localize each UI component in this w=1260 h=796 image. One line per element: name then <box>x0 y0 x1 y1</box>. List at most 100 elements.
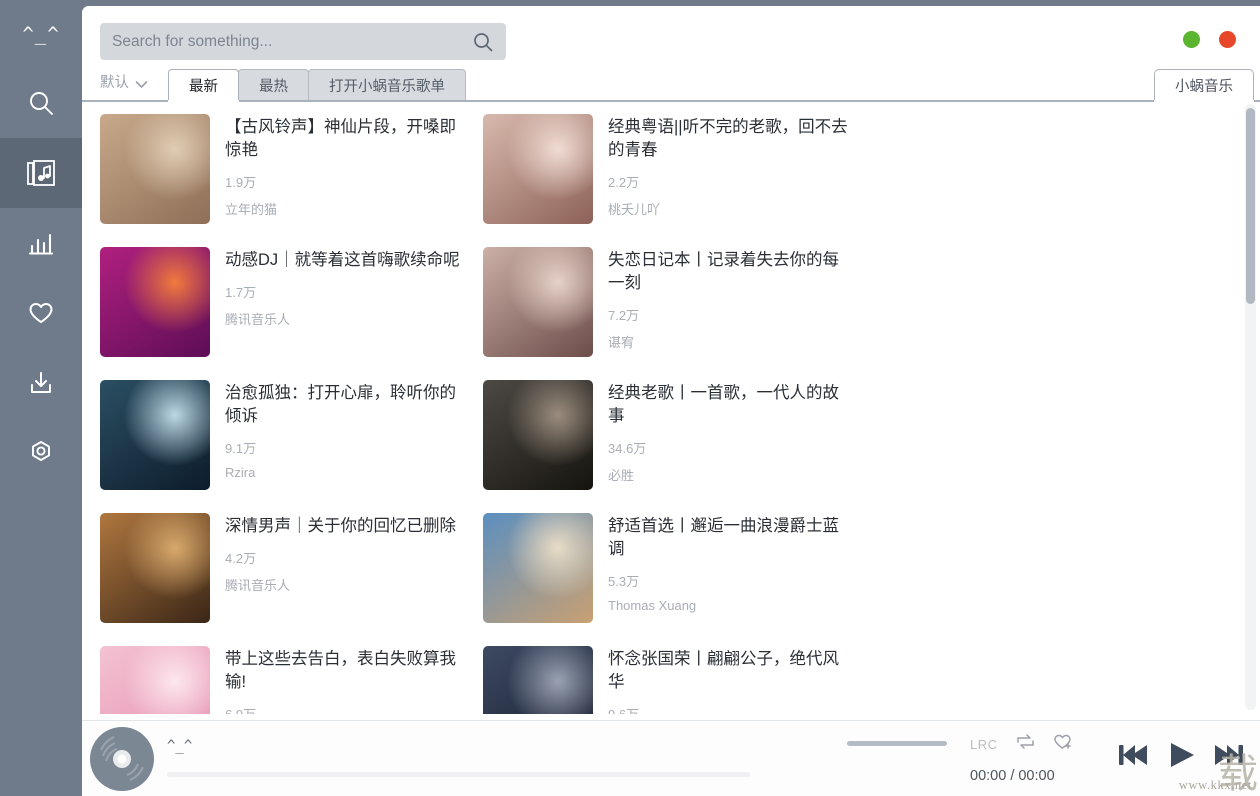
content-scrollbar[interactable] <box>1245 104 1256 710</box>
volume-slider[interactable] <box>847 741 947 746</box>
playlist-grid: 【古风铃声】神仙片段，开嗓即惊艳 1.9万立年的猫 经典粤语||听不完的老歌，回不去… <box>82 102 1242 714</box>
playlist-cover-image[interactable] <box>100 247 210 357</box>
playlist-card-body: 治愈孤独：打开心扉，聆听你的倾诉 9.1万 Rzira <box>210 380 465 513</box>
playlist-card[interactable]: 【古风铃声】神仙片段，开嗓即惊艳 1.9万立年的猫 <box>100 114 483 247</box>
close-button[interactable] <box>1219 31 1236 48</box>
playlist-card-body: 【古风铃声】神仙片段，开嗓即惊艳 1.9万立年的猫 <box>210 114 465 247</box>
playlist-title: 治愈孤独：打开心扉，聆听你的倾诉 <box>225 382 465 428</box>
playlist-card[interactable]: 经典粤语||听不完的老歌，回不去的青春 2.2万桃夭儿吖 <box>483 114 866 247</box>
playlist-card[interactable]: 治愈孤独：打开心扉，聆听你的倾诉 9.1万 Rzira <box>100 380 483 513</box>
playlist-play-count: 9.6万 <box>608 704 848 714</box>
playlist-author: Rzira <box>225 465 465 480</box>
playlist-cover-image[interactable] <box>483 380 593 490</box>
watermark-url: www.kkx.net <box>1179 778 1252 793</box>
sidebar-item-search[interactable] <box>0 68 82 138</box>
player-bar: ^_^ LRC 00:00 / 00:00 <box>82 720 1260 796</box>
sidebar-item-rank[interactable] <box>0 208 82 278</box>
next-track-button[interactable] <box>1208 735 1250 780</box>
playlist-cover-image[interactable] <box>100 114 210 224</box>
tab-newest[interactable]: 最新 <box>168 69 239 100</box>
left-sidebar: ^_^ <box>0 0 82 796</box>
playlist-play-count: 1.9万 <box>225 172 465 191</box>
playlist-cover-image[interactable] <box>483 513 593 623</box>
playlist-card-body: 失恋日记本丨记录着失去你的每一刻7.2万谌宥 <box>593 247 848 380</box>
playlist-card[interactable]: 经典老歌丨一首歌，一代人的故事 34.6万必胜 <box>483 380 866 513</box>
playlist-cover-image[interactable] <box>100 380 210 490</box>
playlist-title: 怀念张国荣丨翩翩公子，绝代风华 <box>608 648 848 694</box>
vinyl-album-icon[interactable] <box>89 726 155 792</box>
playlist-card[interactable]: 怀念张国荣丨翩翩公子，绝代风华9.6万小脾气 <box>483 646 866 714</box>
transport-controls <box>1112 735 1250 780</box>
playlist-card[interactable]: 深情男声｜关于你的回忆已删除 4.2万腾讯音乐人 <box>100 513 483 646</box>
repeat-icon[interactable] <box>1016 733 1035 755</box>
playlist-card[interactable]: 动感DJ｜就等着这首嗨歌续命呢1.7万腾讯音乐人 <box>100 247 483 380</box>
download-icon <box>26 368 56 398</box>
playlist-cover-image[interactable] <box>483 114 593 224</box>
gear-icon <box>26 438 56 468</box>
playlist-title: 失恋日记本丨记录着失去你的每一刻 <box>608 249 848 295</box>
sort-dropdown[interactable]: 默认 <box>100 71 168 100</box>
search-icon <box>26 88 56 118</box>
seek-slider[interactable] <box>167 772 750 777</box>
playlist-card-body: 带上这些去告白，表白失败算我输!6.9万歌单废材薄许烟一缕 <box>210 646 465 714</box>
window-tab-xiaowo-music[interactable]: 小蜗音乐 <box>1154 69 1254 100</box>
playlist-cover-image[interactable] <box>100 513 210 623</box>
heart-icon[interactable] <box>1053 733 1072 755</box>
playlist-title: 【古风铃声】神仙片段，开嗓即惊艳 <box>225 116 465 162</box>
tab-hottest[interactable]: 最热 <box>238 69 309 100</box>
playlist-play-count: 2.2万 <box>608 172 848 191</box>
sidebar-item-download[interactable] <box>0 348 82 418</box>
playlist-card-body: 经典粤语||听不完的老歌，回不去的青春 2.2万桃夭儿吖 <box>593 114 848 247</box>
playlist-author: 必胜 <box>608 465 848 484</box>
app-logo: ^_^ <box>0 0 82 68</box>
playlist-play-count: 34.6万 <box>608 438 848 457</box>
scrollbar-thumb[interactable] <box>1246 108 1255 304</box>
tab-open-xiaowo-playlist[interactable]: 打开小蜗音乐歌单 <box>308 69 466 100</box>
playlist-author: 立年的猫 <box>225 199 465 218</box>
playlist-title: 经典粤语||听不完的老歌，回不去的青春 <box>608 116 848 162</box>
window-controls <box>1183 31 1236 48</box>
minimize-button[interactable] <box>1183 31 1200 48</box>
lrc-toggle-button[interactable]: LRC <box>970 737 998 752</box>
playlist-content: 【古风铃声】神仙片段，开嗓即惊艳 1.9万立年的猫 经典粤语||听不完的老歌，回不去… <box>82 102 1260 714</box>
playlist-title: 经典老歌丨一首歌，一代人的故事 <box>608 382 848 428</box>
play-button[interactable] <box>1160 735 1202 780</box>
tab-strip: 默认 最新 最热 打开小蜗音乐歌单 小蜗音乐 <box>82 70 1260 102</box>
heart-icon <box>26 298 56 328</box>
playlist-title: 深情男声｜关于你的回忆已删除 <box>225 515 465 538</box>
playlist-cover-image[interactable] <box>483 646 593 714</box>
player-mini-controls: LRC <box>970 733 1072 755</box>
sort-dropdown-label: 默认 <box>100 71 129 92</box>
playlist-card-body: 经典老歌丨一首歌，一代人的故事 34.6万必胜 <box>593 380 848 513</box>
playlist-title: 动感DJ｜就等着这首嗨歌续命呢 <box>225 249 465 272</box>
tab-group-left: 默认 最新 最热 打开小蜗音乐歌单 <box>100 68 465 100</box>
playlist-play-count: 6.9万 <box>225 704 465 714</box>
playlist-music-icon <box>25 157 57 189</box>
main-window: 默认 最新 最热 打开小蜗音乐歌单 小蜗音乐 【古风铃声】神仙片段，开嗓即惊艳 1… <box>82 6 1260 790</box>
playlist-card[interactable]: 舒适首选丨邂逅一曲浪漫爵士蓝调5.3万Thomas Xuang <box>483 513 866 646</box>
playlist-play-count: 4.2万 <box>225 548 465 567</box>
playlist-play-count: 1.7万 <box>225 282 465 301</box>
playlist-cover-image[interactable] <box>100 646 210 714</box>
playlist-author: Thomas Xuang <box>608 598 848 613</box>
search-bar[interactable] <box>100 23 506 60</box>
sidebar-item-playlist[interactable] <box>0 138 82 208</box>
playlist-author: 桃夭儿吖 <box>608 199 848 218</box>
playlist-card-body: 怀念张国荣丨翩翩公子，绝代风华9.6万小脾气 <box>593 646 848 714</box>
search-input[interactable] <box>112 33 472 51</box>
playlist-card-body: 动感DJ｜就等着这首嗨歌续命呢1.7万腾讯音乐人 <box>210 247 465 380</box>
playlist-card[interactable]: 失恋日记本丨记录着失去你的每一刻7.2万谌宥 <box>483 247 866 380</box>
sidebar-item-settings[interactable] <box>0 418 82 488</box>
playlist-card-body: 深情男声｜关于你的回忆已删除 4.2万腾讯音乐人 <box>210 513 465 646</box>
playlist-card[interactable]: 带上这些去告白，表白失败算我输!6.9万歌单废材薄许烟一缕 <box>100 646 483 714</box>
sidebar-item-favorite[interactable] <box>0 278 82 348</box>
search-icon[interactable] <box>472 31 494 53</box>
playlist-author: 谌宥 <box>608 332 848 351</box>
window-header <box>82 6 1260 70</box>
playlist-author: 腾讯音乐人 <box>225 575 465 594</box>
playlist-cover-image[interactable] <box>483 247 593 357</box>
playlist-title: 带上这些去告白，表白失败算我输! <box>225 648 465 694</box>
app-root: ^_^ <box>0 0 1260 796</box>
playlist-play-count: 9.1万 <box>225 438 465 457</box>
previous-track-button[interactable] <box>1112 735 1154 780</box>
